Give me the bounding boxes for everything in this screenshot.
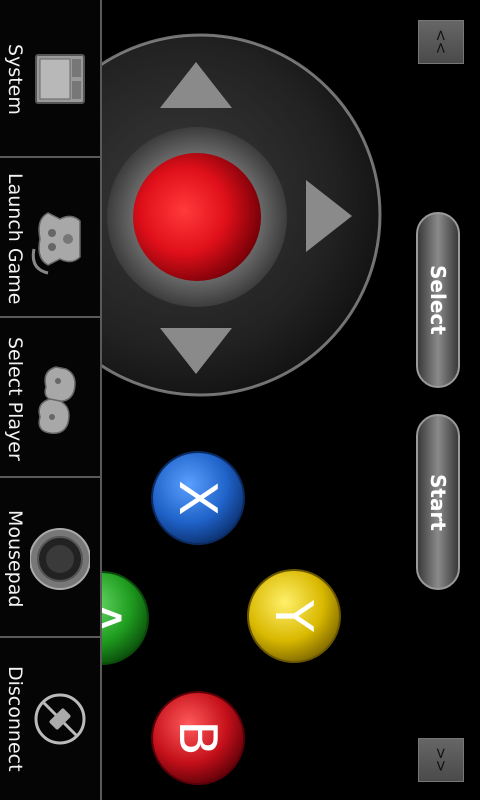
button-x[interactable]: X bbox=[150, 450, 246, 546]
sidebar-menu: System Launch Game Select Player Mousepa… bbox=[0, 0, 102, 800]
start-button[interactable]: Start bbox=[416, 414, 460, 590]
dpad-center-button bbox=[133, 153, 261, 281]
svg-text:Y: Y bbox=[263, 599, 323, 632]
sidebar-item-label: Disconnect bbox=[4, 666, 26, 772]
button-y[interactable]: Y bbox=[246, 568, 342, 664]
sidebar-item-label: Launch Game bbox=[4, 173, 26, 305]
collapse-top-label: << bbox=[432, 29, 450, 55]
select-button-label: Select bbox=[426, 265, 450, 335]
sidebar-item-mousepad[interactable]: Mousepad bbox=[0, 480, 100, 638]
collapse-bottom-button[interactable]: >> bbox=[418, 738, 464, 782]
start-button-label: Start bbox=[426, 473, 450, 531]
svg-text:B: B bbox=[167, 720, 227, 756]
button-b[interactable]: B bbox=[150, 690, 246, 786]
launch-game-icon bbox=[30, 199, 90, 279]
disconnect-icon bbox=[30, 679, 90, 759]
select-button[interactable]: Select bbox=[416, 212, 460, 388]
select-player-icon bbox=[30, 359, 90, 439]
mousepad-icon bbox=[30, 519, 90, 599]
sidebar-item-label: System bbox=[4, 43, 26, 115]
collapse-top-button[interactable]: << bbox=[418, 20, 464, 64]
sidebar-item-launch-game[interactable]: Launch Game bbox=[0, 160, 100, 318]
system-icon bbox=[30, 39, 90, 119]
collapse-bottom-label: >> bbox=[432, 747, 450, 773]
sidebar-item-disconnect[interactable]: Disconnect bbox=[0, 640, 100, 798]
sidebar-item-label: Mousepad bbox=[4, 510, 26, 608]
sidebar-item-label: Select Player bbox=[4, 337, 26, 461]
sidebar-item-system[interactable]: System bbox=[0, 0, 100, 158]
sidebar-item-select-player[interactable]: Select Player bbox=[0, 320, 100, 478]
svg-text:X: X bbox=[167, 480, 227, 516]
